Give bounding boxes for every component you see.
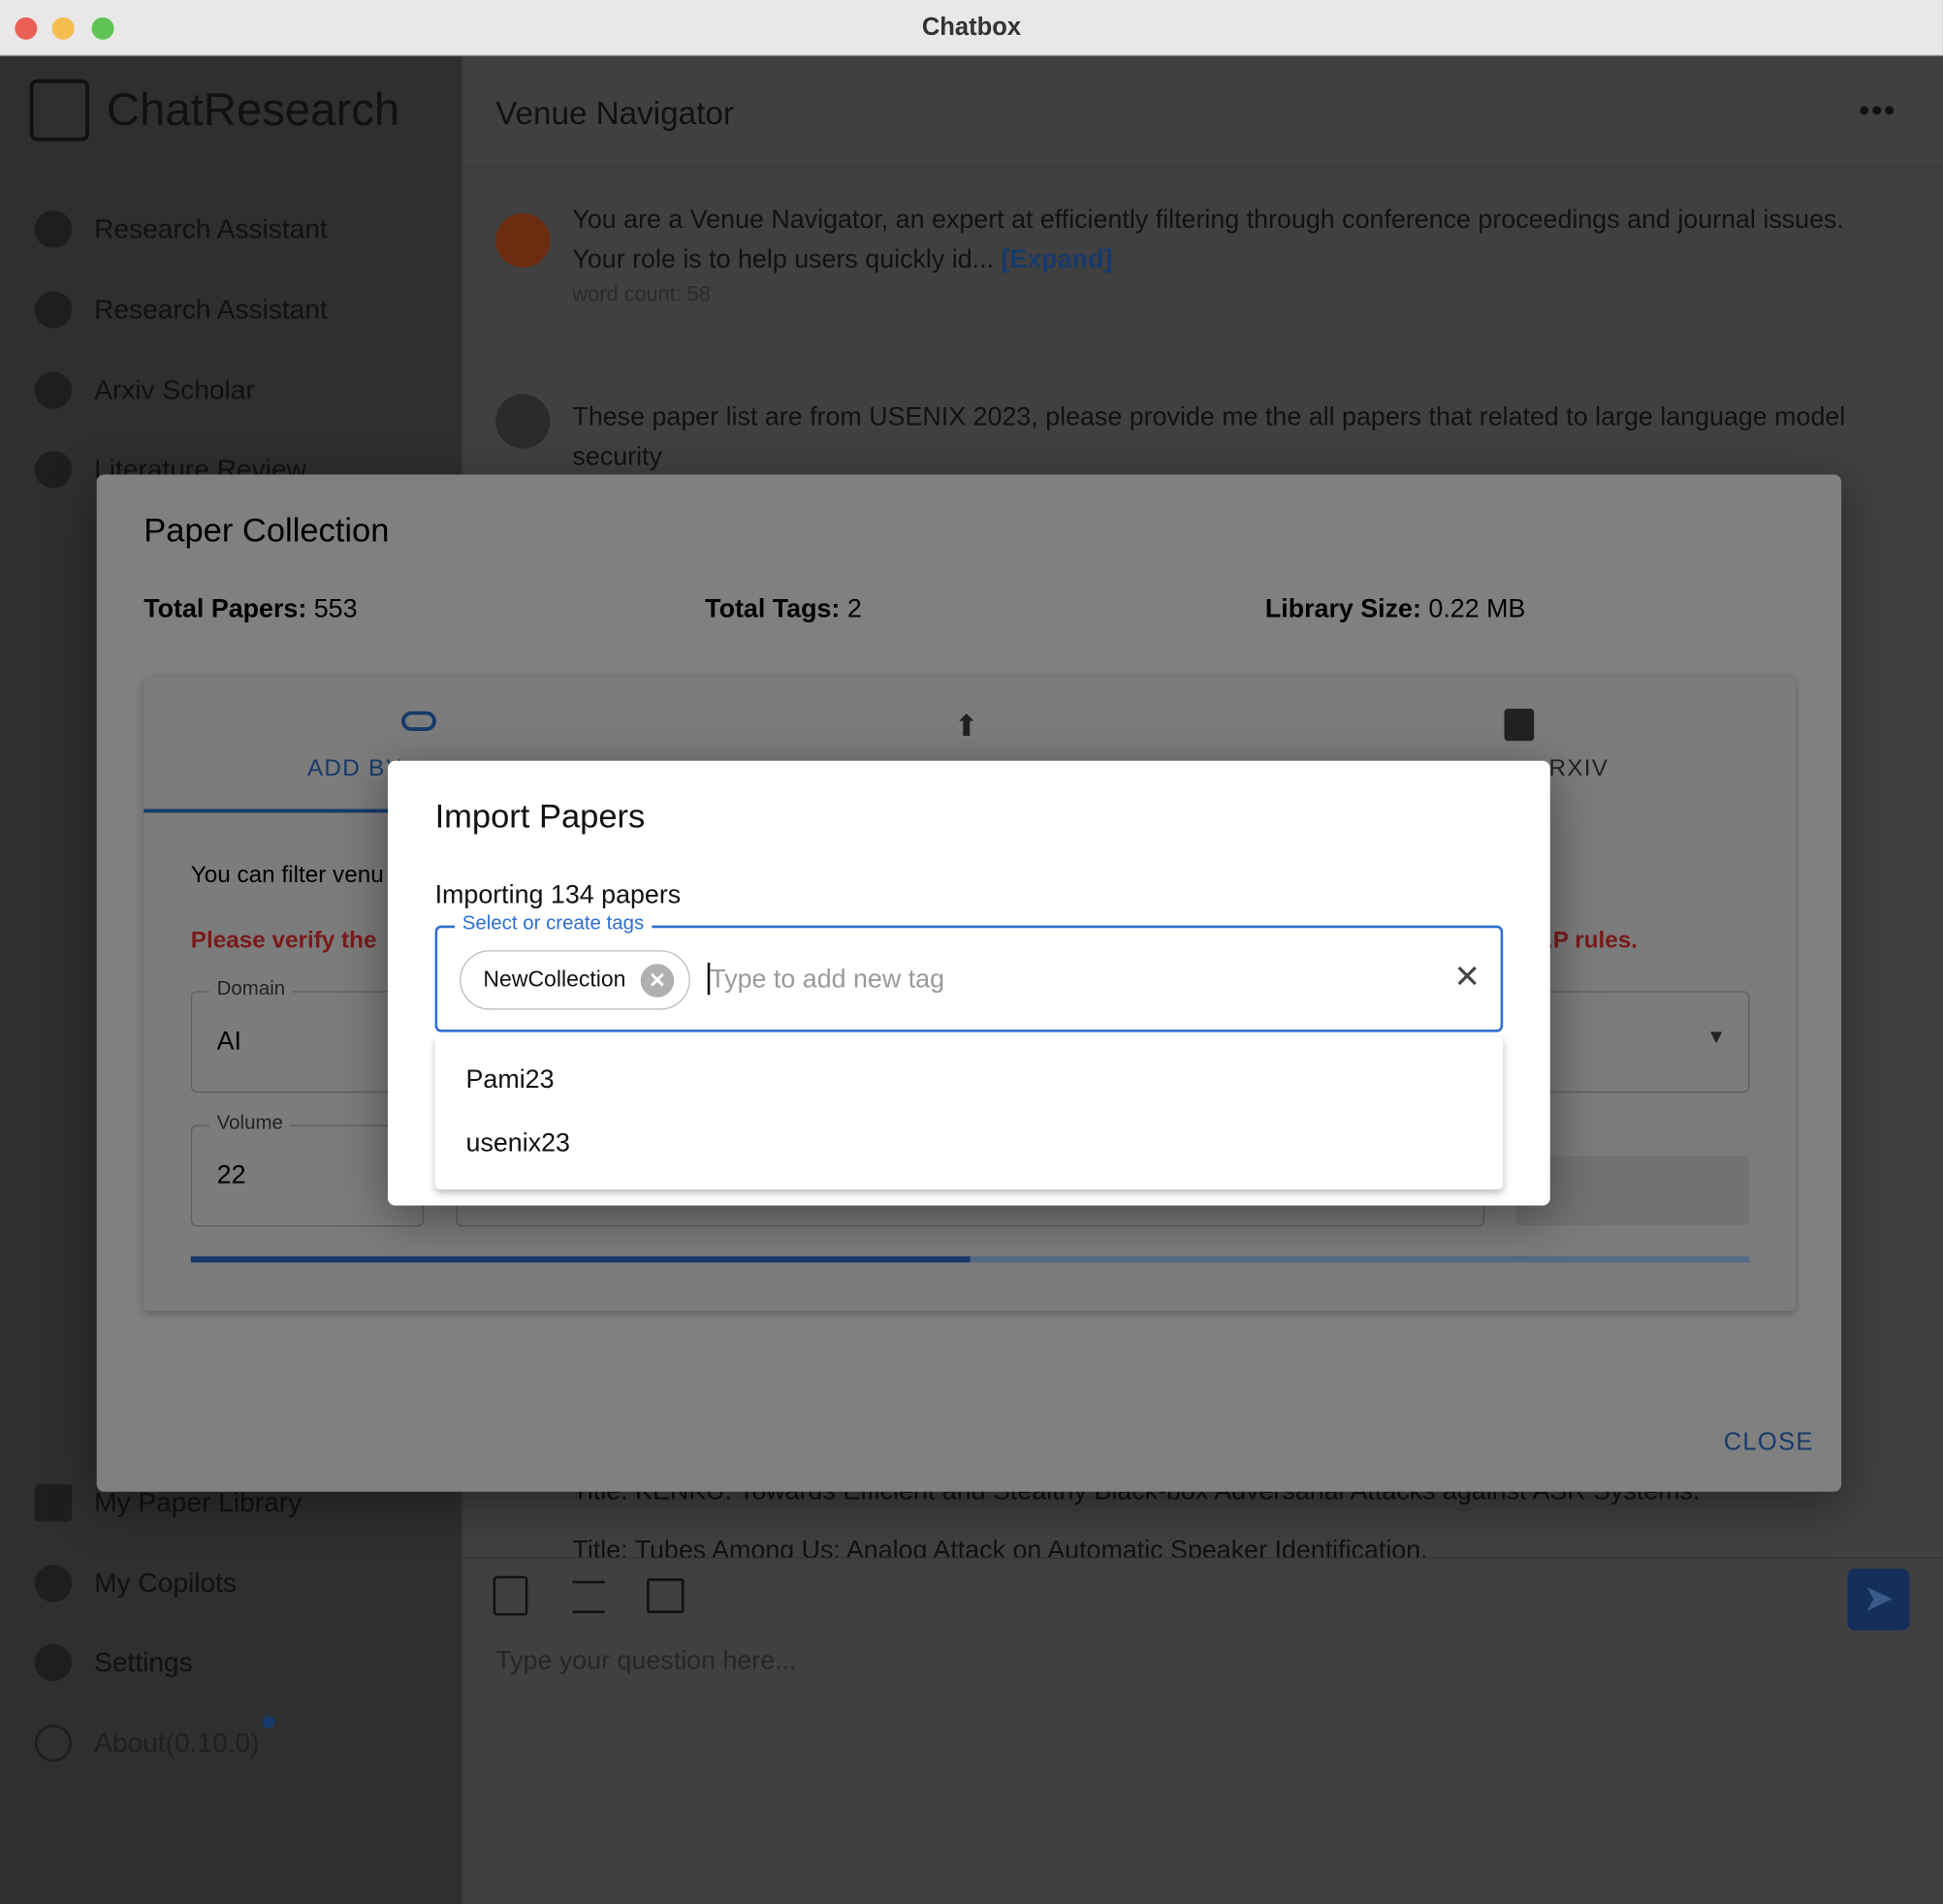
import-papers-dialog: Import Papers Importing 134 papers Selec… [388, 760, 1550, 1206]
clear-icon[interactable]: ✕ [1453, 958, 1481, 997]
copilot-avatar-icon [34, 291, 73, 329]
divider [462, 166, 1943, 168]
sidebar-settings[interactable]: Settings [34, 1643, 193, 1682]
research-tool-icon[interactable] [493, 1575, 528, 1616]
sidebar-copilot[interactable]: Arxiv Scholar [34, 371, 255, 409]
book-icon [34, 1484, 73, 1522]
app-name: ChatResearch [106, 83, 400, 136]
hint-text: You can filter venu [190, 862, 384, 889]
warning-text: Please verify the [190, 928, 377, 955]
user-avatar-icon [495, 394, 551, 449]
tag-chip: NewCollection ✕ [460, 950, 690, 1010]
page-title: Venue Navigator [495, 94, 734, 132]
tag-text-input[interactable]: Type to add new tag [710, 966, 944, 996]
more-horizontal-icon[interactable]: ••• [1859, 92, 1896, 131]
stat-library-size: Library Size: 0.22 MB [1264, 594, 1526, 623]
gear-icon [34, 1643, 73, 1682]
fetch-button[interactable] [1514, 1156, 1750, 1225]
upload-icon: ⬆ [954, 710, 979, 744]
tag-option[interactable]: Pami23 [466, 1065, 555, 1095]
info-icon [34, 1724, 73, 1762]
sliders-icon[interactable] [572, 1580, 605, 1613]
update-badge [262, 1716, 275, 1729]
question-input[interactable]: Type your question here... [495, 1646, 796, 1676]
assistant-line: Title: Tubes Among Us: Analog Attack on … [572, 1536, 1428, 1558]
copilot-avatar-icon [34, 210, 73, 248]
user-message: These paper list are from USENIX 2023, p… [572, 402, 1846, 471]
word-count: word count: 58 [572, 282, 711, 306]
warning-text: .P rules. [1545, 928, 1638, 955]
stat-total-papers: Total Papers: 553 [143, 594, 358, 623]
chevron-down-icon: ▼ [1706, 1027, 1727, 1049]
tags-dropdown: Pami23 usenix23 [434, 1035, 1504, 1190]
sidebar-copilot[interactable]: Research Assistant [34, 210, 328, 248]
tags-label: Select or create tags [455, 912, 652, 936]
book-open-icon[interactable] [647, 1578, 685, 1613]
copilot-avatar-icon [34, 451, 73, 489]
progress-bar [190, 1255, 1750, 1263]
send-button[interactable]: ➤ [1847, 1568, 1910, 1631]
divider [462, 1557, 1943, 1559]
stat-total-tags: Total Tags: 2 [705, 594, 862, 623]
sidebar-about[interactable]: About(0.10.0) [34, 1724, 260, 1762]
remove-tag-icon[interactable]: ✕ [640, 964, 675, 998]
copilot-avatar-icon [34, 371, 73, 409]
link-icon [401, 711, 436, 732]
import-count: Importing 134 papers [434, 880, 682, 910]
robot-icon [34, 1565, 73, 1603]
dialog-title: Paper Collection [143, 511, 390, 550]
progress-fill [190, 1255, 971, 1263]
tag-option[interactable]: usenix23 [466, 1128, 570, 1158]
app-logo-icon [29, 79, 90, 142]
system-message: You are a Venue Navigator, an expert at … [572, 206, 1844, 274]
expand-link[interactable]: [Expand] [1002, 245, 1113, 273]
window-title: Chatbox [921, 14, 1022, 42]
system-avatar-icon [495, 212, 551, 269]
title-bar: Chatbox [0, 0, 1943, 56]
sidebar-copilot[interactable]: Research Assistant [34, 291, 328, 329]
tags-input[interactable]: Select or create tags NewCollection ✕ Ty… [434, 912, 1504, 1032]
close-button[interactable]: CLOSE [1724, 1429, 1814, 1457]
article-icon [1504, 709, 1535, 742]
dialog-title: Import Papers [434, 798, 646, 836]
sidebar-my-copilots[interactable]: My Copilots [34, 1565, 237, 1603]
